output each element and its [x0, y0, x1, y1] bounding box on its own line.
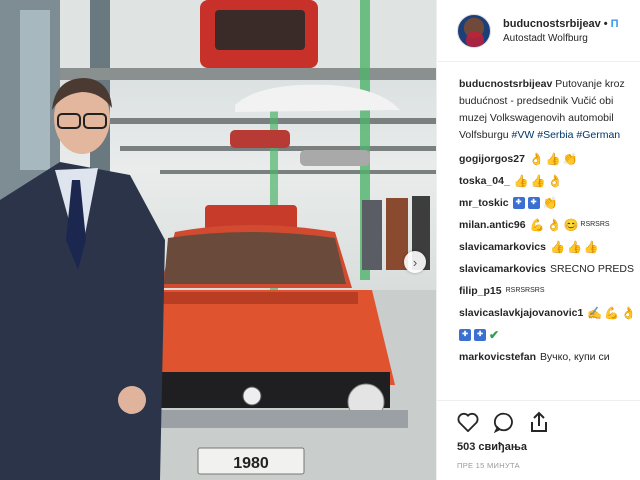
clap-icon: 👌: [528, 152, 544, 166]
list-item: ✚ ✚ ✔: [459, 328, 640, 342]
flag-icon: ✚: [459, 329, 471, 341]
flag-icon: ✚: [474, 329, 486, 341]
thumbs-up-icon: 👍: [583, 240, 599, 254]
thumbs-up-icon: 👍: [545, 152, 561, 166]
post-header: buducnostsrbijeav • П Autostadt Wolfburg: [437, 0, 640, 62]
thumbs-up-icon: 👍: [513, 174, 529, 188]
muscle-icon: 💪: [604, 306, 620, 320]
separator-dot: •: [603, 17, 608, 30]
hashtag-link[interactable]: #Serbia: [537, 129, 573, 141]
comment-text: SRECNO PREDS: [549, 263, 634, 275]
smile-icon: 😊: [563, 218, 579, 232]
list-item: markovicstefan Вучко, купи си: [459, 350, 640, 364]
likes-count[interactable]: 503 свиђања: [457, 441, 640, 453]
caption-line: budućnost - predsednik Vučić obi: [459, 95, 614, 107]
carousel-next-button[interactable]: ›: [404, 251, 426, 273]
list-item: slavicamarkovics SRECNO PREDS: [459, 262, 640, 276]
comment-author[interactable]: milan.antic96: [459, 218, 526, 232]
ok-hand-icon: 👌: [546, 218, 562, 232]
comment-text: Вучко, купи си: [540, 351, 610, 363]
heart-icon[interactable]: [457, 412, 479, 432]
caption-line: Volfsburgu: [459, 129, 512, 141]
avatar[interactable]: [457, 13, 491, 48]
caption-line: Putovanje kroz: [552, 78, 625, 90]
thumbs-up-icon: 👍: [530, 174, 546, 188]
comment-text: RSRSRS: [580, 221, 610, 228]
list-item: filip_p15 RSRSRSRS: [459, 284, 640, 298]
post-actions: 503 свиђања ПРЕ 15 МИНУТА: [437, 400, 640, 470]
post-caption: buducnostsrbijeav Putovanje kroz budućno…: [459, 76, 640, 144]
ok-hand-icon: 👌: [621, 306, 637, 320]
comment-author[interactable]: slavicamarkovics: [459, 240, 546, 254]
thumbs-up-icon: 👍: [566, 240, 582, 254]
chevron-right-icon: ›: [412, 254, 418, 270]
thumbs-up-icon: 👍: [549, 240, 565, 254]
comment-author[interactable]: gogijorgos27: [459, 152, 525, 166]
comment-author[interactable]: mr_toskic: [459, 196, 509, 210]
flag-icon: ✚: [512, 197, 525, 209]
comment-author[interactable]: slavicamarkovics: [459, 262, 546, 276]
caption-author[interactable]: buducnostsrbijeav: [459, 78, 552, 90]
follow-button[interactable]: П: [611, 18, 619, 30]
comment-author[interactable]: toska_04_: [459, 174, 510, 188]
caption-line: muzej Volkswagenovih automobil: [459, 112, 614, 124]
post-sidebar: buducnostsrbijeav • П Autostadt Wolfburg b…: [436, 0, 640, 480]
check-icon: ✔: [489, 328, 500, 342]
post-timestamp: ПРЕ 15 МИНУТА: [457, 461, 520, 470]
flag-icon: ✚: [527, 197, 540, 209]
hand-icon: ✍: [587, 306, 603, 320]
list-item: milan.antic96 💪 👌 😊 RSRSRS: [459, 218, 640, 232]
comment-icon[interactable]: [493, 411, 515, 433]
share-icon[interactable]: [529, 411, 549, 433]
license-plate: 1980: [233, 455, 269, 472]
hashtag-link[interactable]: #VW: [512, 129, 535, 141]
list-item: slavicamarkovics 👍 👍 👍: [459, 240, 640, 254]
clap-icon: 👏: [562, 152, 578, 166]
comment-author[interactable]: markovicstefan: [459, 350, 536, 364]
clap-icon: 👏: [542, 196, 558, 210]
list-item: slavicaslavkjajovanovic1 ✍ 💪 👌: [459, 306, 640, 320]
comment-text: RSRSRSRS: [505, 287, 545, 294]
list-item: gogijorgos27 👌 👍 👏: [459, 152, 640, 166]
list-item: mr_toskic ✚ ✚ 👏: [459, 196, 640, 210]
location-link[interactable]: Autostadt Wolfburg: [503, 33, 619, 44]
ok-hand-icon: 👌: [547, 174, 563, 188]
comment-author[interactable]: slavicaslavkjajovanovic1: [459, 306, 583, 320]
comments-list: buducnostsrbijeav Putovanje kroz budućno…: [437, 62, 640, 407]
post-photo[interactable]: 1980 ›: [0, 0, 436, 480]
username-link[interactable]: buducnostsrbijeav: [503, 18, 601, 30]
comment-author[interactable]: filip_p15: [459, 284, 502, 298]
photo-scene: 1980: [0, 0, 436, 480]
muscle-icon: 💪: [529, 218, 545, 232]
hashtag-link[interactable]: #German: [576, 129, 620, 141]
list-item: toska_04_ 👍 👍 👌: [459, 174, 640, 188]
